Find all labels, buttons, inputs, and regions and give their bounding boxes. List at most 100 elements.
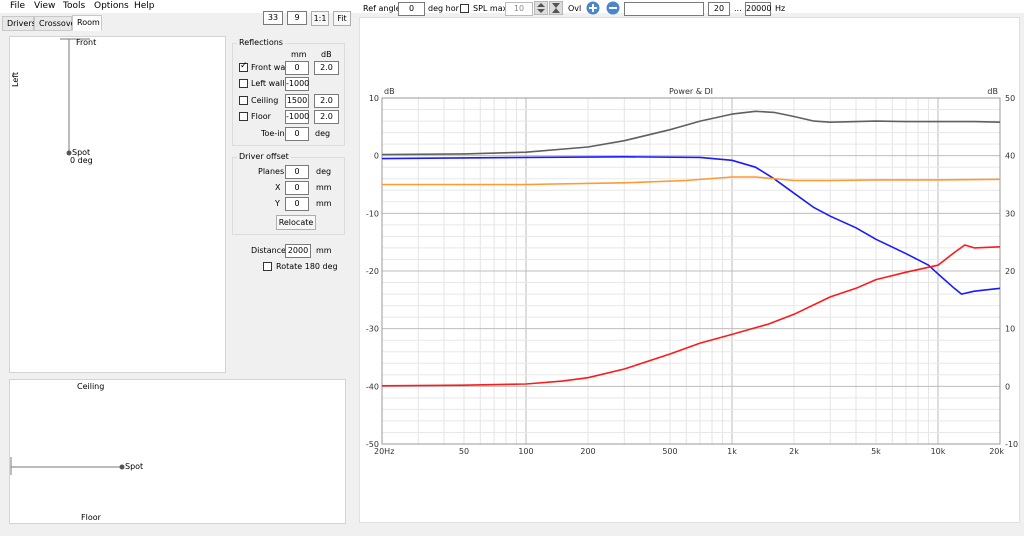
menu-tools[interactable]: Tools — [63, 1, 85, 11]
room-side-view[interactable]: Ceiling Spot Floor — [9, 379, 346, 524]
ceiling-checkbox[interactable] — [239, 96, 248, 105]
y-right-tick-label: 30 — [1005, 209, 1015, 218]
x-offset-unit: mm — [316, 183, 332, 192]
x-tick-label: 5k — [871, 447, 881, 456]
ceiling-mm-field[interactable]: 1500 — [285, 94, 309, 108]
ref-angle-label: Ref angle — [363, 4, 401, 13]
x-offset-label: X — [275, 183, 281, 192]
menu-file[interactable]: File — [10, 1, 25, 11]
freq-separator: ... — [734, 4, 742, 13]
overlay-name-field[interactable] — [624, 2, 704, 16]
distance-field[interactable]: 2000 — [285, 244, 311, 258]
freq-min-field[interactable]: 20 — [708, 2, 730, 16]
x-tick-label: 200 — [580, 447, 595, 456]
x-tick-label: 100 — [518, 447, 533, 456]
menu-view[interactable]: View — [34, 1, 55, 11]
floor-label: Floor — [81, 513, 101, 522]
front-wall-db-field[interactable]: 2.0 — [314, 61, 339, 75]
floor-db-field[interactable]: 2.0 — [314, 110, 339, 124]
distance-label: Distance — [251, 246, 286, 255]
menu-options[interactable]: Options — [94, 1, 129, 11]
y-offset-field[interactable]: 0 — [285, 197, 309, 211]
x-tick-label: 2k — [789, 447, 799, 456]
y-left-tick-label: 0 — [374, 152, 379, 161]
y-right-unit-label: dB — [987, 87, 998, 96]
tab-crossover[interactable]: Crossover — [34, 16, 79, 31]
toein-field[interactable]: 0 — [285, 127, 309, 141]
room-top-svg — [60, 38, 90, 156]
ceiling-db-field[interactable]: 2.0 — [314, 94, 339, 108]
rotate-label: Rotate 180 deg — [276, 262, 338, 271]
y-offset-label: Y — [275, 199, 280, 208]
y-right-tick-label: -10 — [1005, 440, 1018, 449]
graph-panel[interactable]: Power & DI dB dB 10 0 -10 -20 -30 -40 -50 50 40 30 20… — [359, 17, 1020, 523]
y-left-tick-label: -30 — [366, 325, 379, 334]
menu-help[interactable]: Help — [134, 1, 155, 11]
reflections-db-header: dB — [321, 50, 332, 59]
y-right-tick-label: 50 — [1005, 94, 1015, 103]
side-spot-marker[interactable] — [119, 464, 125, 470]
relocate-button[interactable]: Relocate — [276, 215, 316, 230]
reflections-title: Reflections — [237, 38, 285, 47]
x-offset-field[interactable]: 0 — [285, 181, 309, 195]
toein-label: Toe-in — [261, 129, 285, 138]
floor-mm-field[interactable]: -1000 — [285, 110, 309, 124]
front-label: Front — [76, 38, 97, 47]
spot-deg-label: 0 deg — [70, 156, 93, 165]
planes-field[interactable]: 0 — [285, 165, 309, 179]
y-left-tick-label: -20 — [366, 267, 379, 276]
floor-refl-label: Floor — [251, 112, 271, 121]
one-to-one-button[interactable]: 1:1 — [311, 11, 329, 26]
add-overlay-icon[interactable] — [586, 1, 600, 15]
hourglass-icon[interactable] — [549, 1, 563, 15]
x-tick-label: 20k — [989, 447, 1004, 456]
series-line-1 — [381, 156, 1001, 295]
x-tick-label: 500 — [662, 447, 677, 456]
freq-max-field[interactable]: 20000 — [745, 2, 771, 16]
spot-marker[interactable] — [66, 150, 72, 156]
x-tick-label: 20Hz — [374, 447, 394, 456]
fit-button[interactable]: Fit — [333, 11, 351, 26]
ovl-label: Ovl — [568, 4, 582, 13]
spl-max-label: SPL max — [473, 4, 508, 13]
y-offset-unit: mm — [316, 199, 332, 208]
zoom-field-a[interactable]: 33 — [263, 11, 283, 25]
left-wall-checkbox[interactable] — [239, 79, 248, 88]
zoom-field-b[interactable]: 9 — [287, 11, 307, 25]
planes-unit: deg — [316, 167, 332, 176]
remove-overlay-icon[interactable] — [606, 1, 620, 15]
planes-label: Planes — [258, 167, 285, 176]
left-wall-label: Left wall — [251, 79, 285, 88]
driver-offset-title: Driver offset — [237, 152, 291, 161]
y-right-tick-label: 10 — [1005, 325, 1015, 334]
x-tick-label: 50 — [459, 447, 469, 456]
y-right-tick-label: 0 — [1005, 382, 1010, 391]
spl-max-checkbox[interactable] — [460, 4, 469, 13]
reflections-mm-header: mm — [291, 50, 307, 59]
y-left-tick-label: 10 — [369, 94, 379, 103]
y-left-tick-label: -40 — [366, 382, 379, 391]
toein-unit: deg — [315, 129, 331, 138]
x-tick-label: 10k — [931, 447, 946, 456]
ref-angle-field[interactable]: 0 — [398, 2, 425, 16]
room-side-svg — [10, 457, 125, 475]
y-right-tick-label: 20 — [1005, 267, 1015, 276]
y-right-tick-label: 40 — [1005, 152, 1015, 161]
series-line-2 — [382, 176, 1001, 186]
front-wall-mm-field[interactable]: 0 — [285, 61, 309, 75]
ceiling-label: Ceiling — [77, 382, 105, 391]
hz-label: Hz — [775, 4, 786, 13]
spin-updown-icon[interactable] — [534, 1, 548, 15]
room-top-view[interactable]: Front Left Spot 0 deg — [9, 36, 226, 373]
y-left-unit-label: dB — [384, 87, 395, 96]
tab-room[interactable]: Room — [72, 15, 102, 31]
left-wall-mm-field[interactable]: -1000 — [285, 77, 309, 91]
rotate-checkbox[interactable] — [263, 262, 272, 271]
front-wall-checkbox[interactable] — [239, 61, 248, 72]
floor-checkbox[interactable] — [239, 112, 248, 121]
distance-unit: mm — [316, 246, 332, 255]
spl-max-field[interactable]: 10 — [505, 2, 533, 16]
ceiling-refl-label: Ceiling — [251, 96, 279, 105]
power-di-chart: Power & DIdB dB100-10-20-30-40-5050403020… — [366, 87, 1018, 456]
tab-drivers[interactable]: Drivers — [2, 16, 36, 31]
